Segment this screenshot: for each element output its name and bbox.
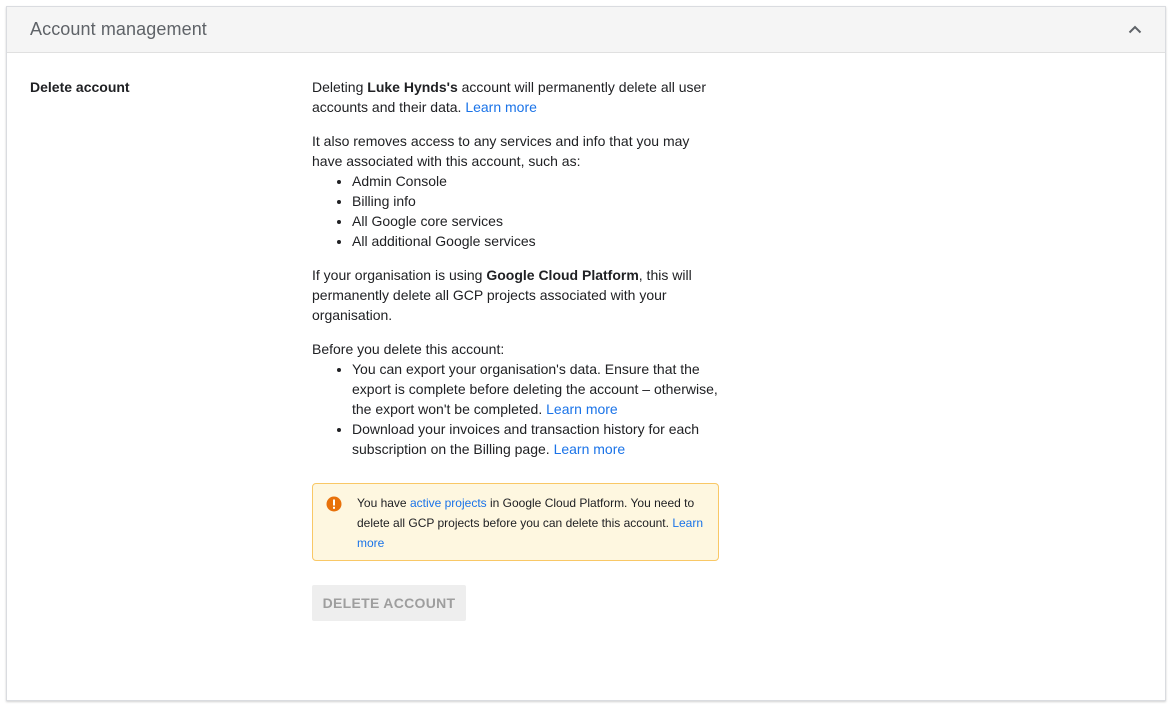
intro-prefix: Deleting [312,79,368,95]
list-item: All additional Google services [352,231,722,251]
billing-learn-more-link[interactable]: Learn more [554,441,626,457]
list-item: All Google core services [352,211,722,231]
gcp-platform: Google Cloud Platform [486,267,639,283]
export-learn-more-link[interactable]: Learn more [546,401,618,417]
intro-learn-more-link[interactable]: Learn more [465,99,537,115]
before-intro: Before you delete this account: [312,341,505,357]
delete-account-button[interactable]: DELETE ACCOUNT [312,585,466,621]
list-item: You can export your organisation's data.… [352,359,722,419]
card-title: Account management [30,19,207,39]
removes-block: It also removes access to any services a… [312,131,722,251]
list-item: Download your invoices and transaction h… [352,419,722,459]
intro-paragraph: Deleting Luke Hynds's account will perma… [312,77,722,117]
before-block: Before you delete this account: You can … [312,339,722,459]
active-projects-link[interactable]: active projects [410,496,487,510]
chevron-up-icon[interactable] [1127,22,1143,38]
account-management-card: Account management Delete account Deleti… [6,6,1166,701]
warning-prefix: You have [357,496,410,510]
error-icon [326,496,342,512]
delete-account-description: Deleting Luke Hynds's account will perma… [312,77,722,459]
warning-banner: You have active projects in Google Cloud… [312,483,719,561]
before-item-text: Download your invoices and transaction h… [352,421,700,457]
gcp-paragraph: If your organisation is using Google Clo… [312,265,722,325]
card-header[interactable]: Account management [7,7,1165,53]
section-label: Delete account [30,79,130,95]
list-item: Admin Console [352,171,722,191]
gcp-prefix: If your organisation is using [312,267,487,283]
before-item-text: You can export your organisation's data.… [352,361,718,417]
removed-services-list: Admin Console Billing info All Google co… [312,171,722,251]
org-name: Luke Hynds's [367,79,458,95]
list-item: Billing info [352,191,722,211]
removes-text: It also removes access to any services a… [312,133,690,169]
before-list: You can export your organisation's data.… [312,359,722,459]
